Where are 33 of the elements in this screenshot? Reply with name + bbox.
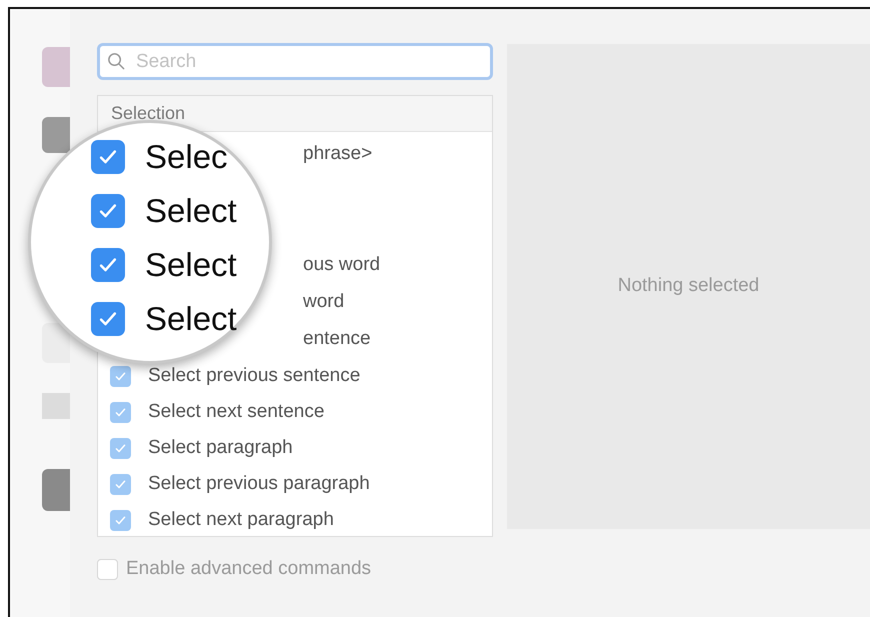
command-label: Select previous sentence — [148, 364, 360, 388]
search-field[interactable]: Search — [97, 43, 493, 80]
checkbox[interactable] — [91, 302, 125, 336]
check-icon — [114, 370, 127, 382]
command-label: ous word — [303, 253, 380, 278]
command-label: Select next paragraph — [148, 508, 334, 532]
command-label: word — [303, 290, 344, 314]
checkbox[interactable] — [91, 248, 125, 282]
checkbox[interactable] — [91, 194, 125, 228]
magnified-label: Selec — [145, 137, 228, 178]
check-icon — [114, 478, 127, 490]
command-label: entence — [303, 327, 371, 352]
command-label: phrase> — [303, 142, 372, 166]
checkbox[interactable] — [97, 558, 118, 580]
check-icon — [114, 442, 127, 454]
magnified-label: Select — [145, 245, 237, 286]
checkbox[interactable] — [110, 366, 131, 386]
checkbox[interactable] — [110, 438, 131, 458]
check-icon — [114, 406, 127, 418]
checkbox[interactable] — [110, 510, 131, 530]
magnified-label: Select — [145, 299, 237, 340]
checkbox[interactable] — [91, 140, 125, 174]
command-label: Select paragraph — [148, 436, 293, 460]
checkbox[interactable] — [110, 474, 131, 494]
command-label: Select previous paragraph — [148, 472, 370, 496]
list-header: Selection — [98, 96, 492, 132]
search-icon — [107, 52, 126, 71]
checkbox[interactable] — [110, 402, 131, 422]
magnified-label: Select — [145, 191, 237, 232]
command-label: Select next sentence — [148, 400, 324, 424]
check-icon — [114, 514, 127, 526]
checkbox-label: Enable advanced commands — [126, 557, 372, 581]
empty-state-text: Nothing selected — [618, 274, 760, 298]
